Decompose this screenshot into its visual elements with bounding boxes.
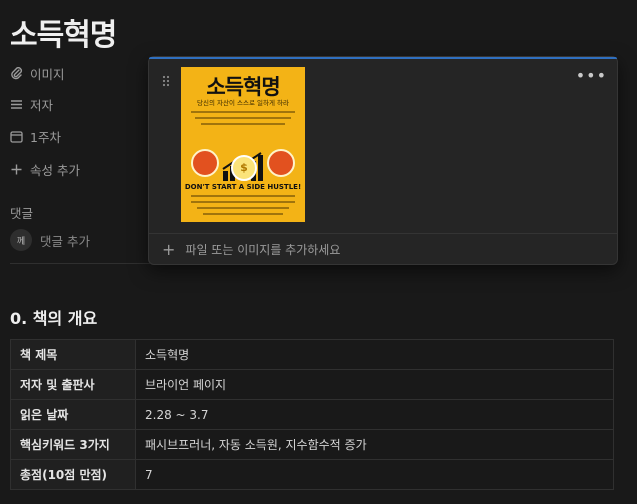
- add-comment-input[interactable]: 댓글 추가: [40, 231, 90, 250]
- book-cover-tagline: DON'T START A SIDE HUSTLE!: [184, 183, 302, 191]
- property-label: 저자: [30, 97, 54, 113]
- book-cover-text-line: [191, 201, 295, 203]
- table-cell-label[interactable]: 읽은 날짜: [10, 399, 136, 430]
- table-row: 핵심키워드 3가지 패시브프러너, 자동 소득원, 지수함수적 증가: [10, 429, 614, 460]
- table-row: 저자 및 출판사 브라이언 페이지: [10, 369, 614, 400]
- property-label: 1주차: [30, 129, 61, 145]
- property-image[interactable]: 이미지: [10, 62, 65, 84]
- book-cover-text-line: [197, 207, 289, 209]
- book-cover-text-line: [201, 123, 285, 125]
- table-cell-label[interactable]: 저자 및 출판사: [10, 369, 136, 400]
- dollar-coin-icon: $: [231, 155, 257, 181]
- table-cell-value[interactable]: 7: [135, 459, 614, 490]
- add-property-button[interactable]: 속성 추가: [10, 158, 80, 180]
- calendar-icon: [10, 130, 23, 143]
- plus-icon: +: [162, 239, 176, 259]
- property-week[interactable]: 1주차: [10, 125, 61, 147]
- table-row: 총점(10점 만점) 7: [10, 459, 614, 490]
- table-row: 읽은 날짜 2.28 ~ 3.7: [10, 399, 614, 430]
- book-cover-subtitle: 당신의 자산이 스스로 일하게 하라: [197, 99, 289, 107]
- book-cover-badge-right: [267, 149, 295, 177]
- summary-table: 책 제목 소득혁명 저자 및 출판사 브라이언 페이지 읽은 날짜 2.28 ~…: [10, 339, 614, 490]
- book-cover-text-line: [195, 117, 291, 119]
- book-cover-text-line: [203, 213, 283, 215]
- property-label: 이미지: [30, 66, 65, 82]
- image-popover: ••• 소득혁명 당신의 자산이 스스로 일하게 하라 $ DON'T STAR…: [148, 56, 618, 265]
- drag-handle-icon[interactable]: [161, 73, 171, 87]
- add-file-label: 파일 또는 이미지를 추가하세요: [185, 242, 341, 257]
- book-cover-badge-left: [191, 149, 219, 177]
- table-cell-label[interactable]: 핵심키워드 3가지: [10, 429, 136, 460]
- focus-indicator: [149, 57, 617, 59]
- more-options-button[interactable]: •••: [576, 68, 607, 84]
- avatar: 께: [10, 229, 32, 251]
- book-cover-text-line: [191, 111, 295, 113]
- add-property-label: 속성 추가: [30, 162, 80, 178]
- book-cover-text-line: [191, 195, 295, 197]
- table-cell-label[interactable]: 총점(10점 만점): [10, 459, 136, 490]
- table-cell-label[interactable]: 책 제목: [10, 339, 136, 370]
- table-cell-value[interactable]: 소득혁명: [135, 339, 614, 370]
- divider: [10, 263, 150, 264]
- comments-label: 댓글: [10, 206, 34, 221]
- add-comment-row[interactable]: 께 댓글 추가: [10, 229, 90, 251]
- book-cover-image[interactable]: 소득혁명 당신의 자산이 스스로 일하게 하라 $ DON'T START A …: [181, 67, 305, 222]
- table-cell-value[interactable]: 패시브프러너, 자동 소득원, 지수함수적 증가: [135, 429, 614, 460]
- property-author[interactable]: 저자: [10, 93, 53, 115]
- paperclip-icon: [10, 66, 23, 80]
- list-icon: [10, 98, 23, 111]
- section-heading[interactable]: 0. 책의 개요: [10, 305, 97, 329]
- table-row: 책 제목 소득혁명: [10, 339, 614, 370]
- table-cell-value[interactable]: 2.28 ~ 3.7: [135, 399, 614, 430]
- add-file-button[interactable]: + 파일 또는 이미지를 추가하세요: [149, 233, 617, 264]
- plus-icon: [10, 163, 23, 176]
- page-title[interactable]: 소득혁명: [10, 10, 117, 54]
- table-cell-value[interactable]: 브라이언 페이지: [135, 369, 614, 400]
